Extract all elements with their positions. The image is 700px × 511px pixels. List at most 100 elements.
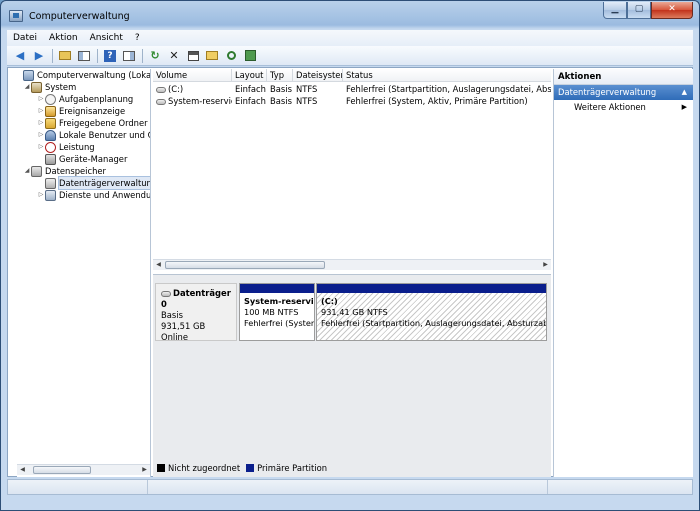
tree-item-lokale-benutzer[interactable]: ▷ Lokale Benutzer und Gru (37, 129, 150, 141)
disk-tool-icon (244, 50, 256, 61)
cell-layout: Einfach (235, 84, 266, 94)
action-weitere-aktionen[interactable]: Weitere Aktionen ▶ (554, 100, 693, 115)
scroll-right-icon[interactable]: ▶ (540, 260, 551, 270)
maximize-button[interactable]: ▢ (627, 2, 651, 19)
menu-help[interactable]: ? (129, 30, 146, 46)
properties-button[interactable] (184, 48, 202, 64)
cell-status: Fehlerfrei (Startpartition, Auslagerungs… (346, 84, 551, 94)
pane-icon (123, 50, 135, 61)
minimize-button[interactable]: ▁ (603, 2, 627, 19)
tree-item-computer-management[interactable]: Computerverwaltung (Lokal) (23, 69, 150, 81)
partition-status: Fehlerfrei (Startpartition, Auslagerungs… (321, 318, 546, 328)
column-header-status[interactable]: Status (343, 69, 551, 82)
open-button[interactable] (203, 48, 221, 64)
disk-name: Datenträger 0 (161, 288, 231, 309)
tree-item-ereignisanzeige[interactable]: ▷ Ereignisanzeige (37, 105, 125, 117)
actions-section-label: Datenträgerverwaltung (558, 87, 657, 97)
up-button[interactable] (56, 48, 74, 64)
status-segment (8, 480, 148, 494)
status-bar (7, 479, 693, 495)
refresh-button[interactable]: ↻ (146, 48, 164, 64)
properties-pane-button[interactable] (120, 48, 138, 64)
column-header-dateisystem[interactable]: Dateisystem (293, 69, 343, 82)
cell-typ: Basis (270, 96, 292, 106)
tree-item-aufgabenplanung[interactable]: ▷ Aufgabenplanung (37, 93, 133, 105)
delete-button[interactable]: ✕ (165, 48, 183, 64)
menu-ansicht[interactable]: Ansicht (84, 30, 129, 46)
collapse-triangle-icon[interactable]: ◢ (23, 81, 31, 93)
volume-list-header: Volume Layout Typ Dateisystem Status (153, 69, 551, 82)
expand-triangle-icon[interactable]: ▷ (37, 105, 45, 117)
primary-partition-bar (240, 284, 314, 293)
cell-volume: (C:) (168, 84, 184, 94)
scroll-right-icon[interactable]: ▶ (139, 465, 150, 475)
expand-triangle-icon[interactable]: ▷ (37, 129, 45, 141)
tree-item-label: Aufgabenplanung (59, 94, 134, 104)
disk-type: Basis (161, 310, 183, 320)
column-header-typ[interactable]: Typ (267, 69, 293, 82)
tree-item-freigegebene-ordner[interactable]: ▷ Freigegebene Ordner (37, 117, 148, 129)
column-header-volume[interactable]: Volume (153, 69, 232, 82)
partition-system-reserved[interactable]: System-reserviert 100 MB NTFS Fehlerfrei… (239, 283, 315, 341)
delete-icon: ✕ (169, 49, 179, 62)
expand-triangle-icon[interactable]: ▷ (37, 189, 45, 201)
performance-icon (45, 141, 56, 153)
tree-item-datenspeicher[interactable]: ◢ Datenspeicher (23, 165, 106, 177)
tree-item-system[interactable]: ◢ System (23, 81, 76, 93)
tree-item-label: Geräte-Manager (59, 154, 128, 164)
partition-c[interactable]: (C:) 931,41 GB NTFS Fehlerfrei (Startpar… (316, 283, 547, 341)
users-icon (45, 129, 56, 141)
tree-item-label: Datenspeicher (45, 166, 106, 176)
disk-0-label[interactable]: Datenträger 0 Basis 931,51 GB Online (155, 283, 237, 342)
collapse-triangle-icon[interactable]: ◢ (23, 165, 31, 177)
scroll-left-icon[interactable]: ◀ (153, 260, 164, 270)
show-hide-tree-button[interactable] (75, 48, 93, 64)
cell-volume: System-reserviert (168, 96, 232, 106)
table-row[interactable]: (C:) Einfach Basis NTFS Fehlerfrei (Star… (153, 83, 551, 95)
tree-item-label: Leistung (59, 142, 95, 152)
volume-list-horizontal-scrollbar[interactable]: ◀ ▶ (153, 259, 551, 270)
partition-size: 100 MB NTFS (244, 307, 299, 317)
expand-triangle-icon[interactable]: ▷ (37, 141, 45, 153)
computer-management-icon (9, 10, 23, 22)
volume-icon (156, 98, 166, 105)
expand-triangle-icon[interactable]: ▷ (37, 117, 45, 129)
forward-button[interactable]: ▶ (30, 48, 48, 64)
properties-icon (187, 50, 199, 61)
status-segment (148, 480, 548, 494)
tree-item-datentraegerverwaltung[interactable]: Datenträgerverwaltung (45, 176, 150, 190)
primary-partition-bar (317, 284, 546, 293)
legend-primary-partition: Primäre Partition (257, 463, 328, 473)
expand-triangle-icon[interactable]: ▷ (37, 93, 45, 105)
legend-unallocated: Nicht zugeordnet (168, 463, 241, 473)
back-button[interactable]: ◀ (11, 48, 29, 64)
cell-typ: Basis (270, 84, 292, 94)
column-header-layout[interactable]: Layout (232, 69, 267, 82)
scrollbar-thumb[interactable] (165, 261, 325, 269)
tree-item-dienste[interactable]: ▷ Dienste und Anwendungen (37, 189, 151, 201)
cell-dateisystem: NTFS (296, 84, 318, 94)
folder-open-icon (206, 51, 218, 60)
window: Computerverwaltung ▁ ▢ ✕ Datei Aktion An… (0, 0, 700, 511)
window-title: Computerverwaltung (29, 11, 130, 22)
tree-item-leistung[interactable]: ▷ Leistung (37, 141, 95, 153)
close-button[interactable]: ✕ (651, 2, 693, 19)
collapse-arrow-icon[interactable]: ▲ (682, 85, 687, 100)
search-icon (226, 51, 236, 60)
scroll-left-icon[interactable]: ◀ (17, 465, 28, 475)
menu-aktion[interactable]: Aktion (43, 30, 84, 46)
tree-item-label: Dienste und Anwendungen (59, 190, 151, 200)
title-bar[interactable]: Computerverwaltung ▁ ▢ ✕ (1, 1, 699, 29)
help-button[interactable]: ? (101, 48, 119, 64)
actions-pane: Aktionen Datenträgerverwaltung ▲ Weitere… (553, 69, 693, 477)
volume-list: Volume Layout Typ Dateisystem Status (C:… (153, 69, 551, 271)
search-button[interactable] (222, 48, 240, 64)
tree-item-geraete-manager[interactable]: Geräte-Manager (45, 153, 127, 165)
scrollbar-thumb[interactable] (33, 466, 91, 474)
disk-tool-button[interactable] (241, 48, 259, 64)
tree-horizontal-scrollbar[interactable]: ◀ ▶ (17, 464, 150, 475)
actions-section-datentraegerverwaltung[interactable]: Datenträgerverwaltung ▲ (554, 85, 693, 100)
table-row[interactable]: System-reserviert Einfach Basis NTFS Feh… (153, 95, 551, 107)
legend: Nicht zugeordnet Primäre Partition (157, 463, 327, 473)
menu-datei[interactable]: Datei (7, 30, 43, 46)
